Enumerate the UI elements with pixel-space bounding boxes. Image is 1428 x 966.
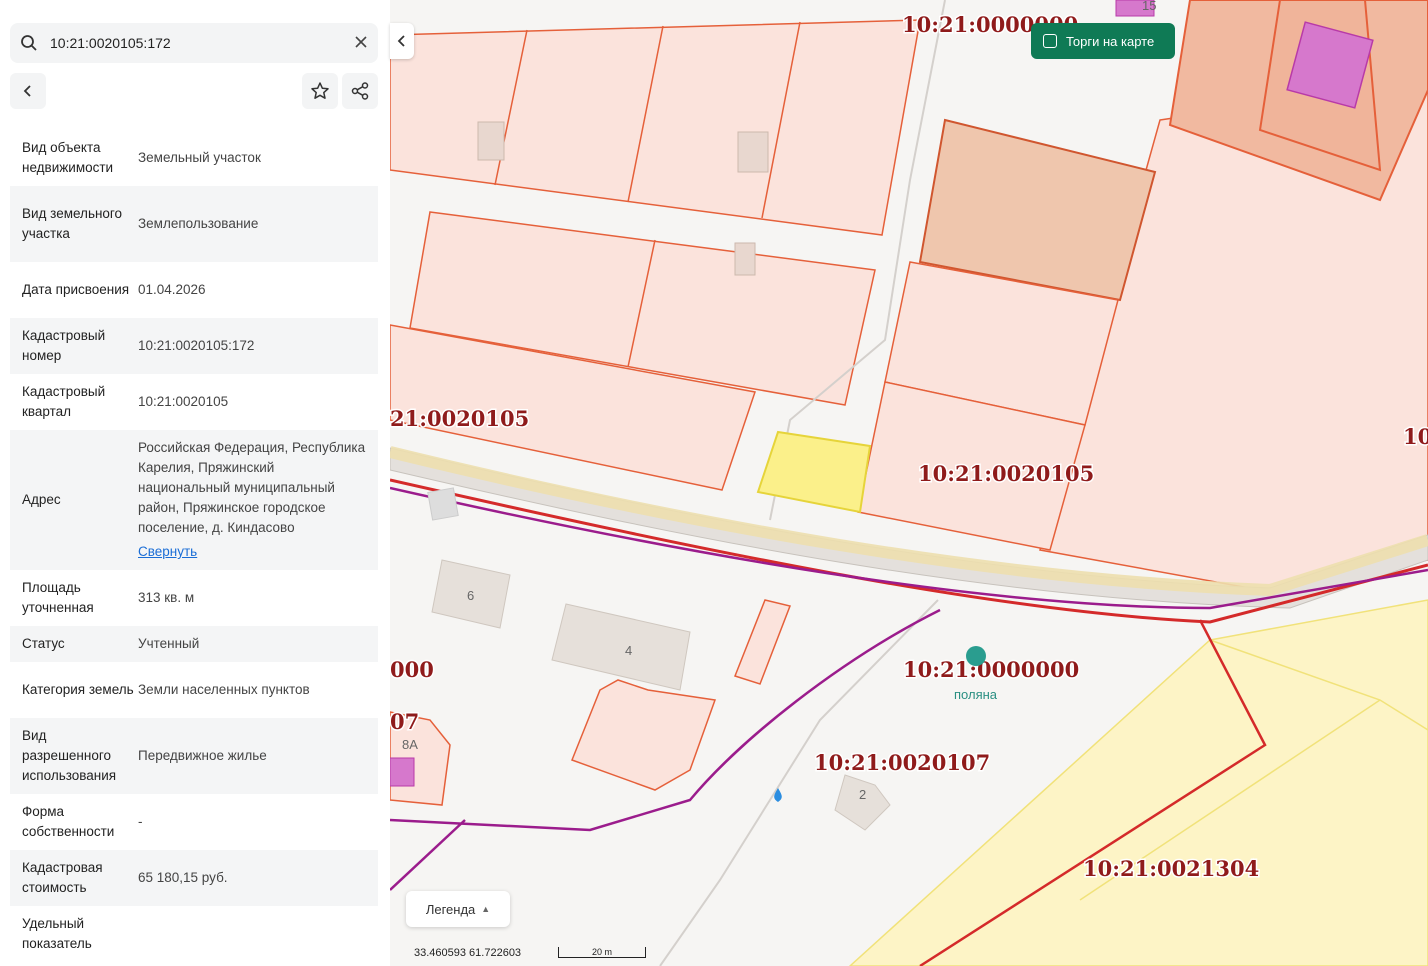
detail-row-object-type: Вид объекта недвижимости Земельный участо… bbox=[10, 130, 378, 186]
detail-value: 01.04.2026 bbox=[138, 282, 206, 297]
search-input[interactable]: 10:21:0020105:172 bbox=[50, 35, 171, 51]
cadastral-label: 07 bbox=[390, 709, 419, 734]
detail-row-ownership: Форма собственности - bbox=[10, 794, 378, 850]
zone-yellow bbox=[848, 599, 1428, 966]
detail-row-category: Категория земель Земли населенных пунктов bbox=[10, 662, 378, 718]
detail-key: Кадастровый квартал bbox=[22, 384, 106, 419]
back-arrow-icon bbox=[23, 85, 31, 97]
detail-row-land-type: Вид земельного участка Землепользование bbox=[10, 186, 378, 262]
house-number: 8А bbox=[402, 737, 418, 752]
detail-row-permitted-use: Вид разрешенного использования Передвижно… bbox=[10, 718, 378, 794]
building bbox=[834, 774, 891, 831]
detail-key: Вид объекта недвижимости bbox=[22, 140, 114, 175]
house-number: 15 bbox=[1142, 0, 1156, 13]
info-panel: 10:21:0020105:172 Вид объекта недвижимос… bbox=[0, 0, 391, 966]
detail-key: Кадастровая стоимость bbox=[22, 860, 103, 895]
detail-value: Земли населенных пунктов bbox=[138, 682, 310, 697]
collapse-panel-button[interactable] bbox=[390, 23, 414, 59]
chevron-up-icon: ▲ bbox=[481, 904, 491, 914]
detail-value: Землепользование bbox=[138, 216, 259, 231]
detail-row-address: Адрес Российская Федерация, Республика Ка… bbox=[10, 430, 378, 570]
parcel[interactable] bbox=[734, 599, 792, 685]
detail-row-date: Дата присвоения 01.04.2026 bbox=[10, 262, 378, 318]
cadastral-label: 10:21:0021304 bbox=[1083, 856, 1259, 881]
share-button[interactable] bbox=[342, 73, 378, 109]
detail-row-cadastral-quarter: Кадастровый квартал 10:21:0020105 bbox=[10, 374, 378, 430]
parcel[interactable] bbox=[571, 679, 717, 791]
detail-key: Форма собственности bbox=[22, 804, 115, 839]
favorite-button[interactable] bbox=[302, 73, 338, 109]
detail-row-cadastral-number: Кадастровый номер 10:21:0020105:172 bbox=[10, 318, 378, 374]
back-button[interactable] bbox=[10, 73, 46, 109]
building-highlight[interactable] bbox=[390, 757, 415, 787]
detail-key: Статус bbox=[22, 636, 65, 651]
detail-value: - bbox=[138, 814, 143, 829]
share-icon bbox=[351, 82, 369, 100]
search-icon bbox=[21, 35, 37, 51]
poi-icon[interactable] bbox=[966, 646, 986, 666]
auctions-label: Торги на карте bbox=[1066, 33, 1155, 49]
cadastral-label: 000 bbox=[390, 657, 434, 682]
scale-bar: 20 m bbox=[558, 947, 646, 958]
house-number: 2 bbox=[859, 787, 866, 802]
building bbox=[477, 121, 505, 161]
detail-key: Категория земель bbox=[22, 682, 134, 697]
star-icon bbox=[311, 82, 329, 99]
house-number: 4 bbox=[625, 643, 632, 658]
details-list: Вид объекта недвижимости Земельный участо… bbox=[10, 130, 378, 962]
cadastral-label: 10:21:0020107 bbox=[814, 750, 990, 775]
checkbox-icon[interactable] bbox=[1043, 34, 1057, 48]
building bbox=[737, 131, 769, 173]
detail-key: Адрес bbox=[22, 492, 61, 507]
detail-value: 10:21:0020105:172 bbox=[138, 338, 255, 353]
legend-button[interactable]: Легенда ▲ bbox=[406, 891, 510, 927]
detail-key: Площадь уточненная bbox=[22, 580, 94, 615]
detail-key: Удельный показатель bbox=[22, 916, 92, 951]
detail-row-area: Площадь уточненная 313 кв. м bbox=[10, 570, 378, 626]
cadastral-label: 10 bbox=[1403, 424, 1428, 449]
detail-value: 313 кв. м bbox=[138, 590, 195, 605]
cadastral-label: 10:21:0000000 bbox=[903, 657, 1079, 682]
detail-value: Учтенный bbox=[138, 636, 200, 651]
panel-toolbar bbox=[10, 73, 378, 109]
cadastral-map[interactable]: 10:21:0000000 21:0020105 10:21:0020105 0… bbox=[390, 0, 1428, 966]
building bbox=[551, 603, 691, 691]
detail-value: 10:21:0020105 bbox=[138, 394, 229, 409]
detail-row-specific-indicator: Удельный показатель bbox=[10, 906, 378, 962]
cadastral-label: 10:21:0020105 bbox=[918, 461, 1094, 486]
map-canvas[interactable]: 10:21:0000000 21:0020105 10:21:0020105 0… bbox=[390, 0, 1428, 966]
coordinates-readout: 33.460593 61.722603 bbox=[414, 947, 522, 959]
detail-key: Кадастровый номер bbox=[22, 328, 106, 363]
detail-key: Вид разрешенного использования bbox=[22, 728, 117, 783]
chevron-left-icon bbox=[397, 35, 405, 47]
detail-key: Вид земельного участка bbox=[22, 206, 123, 241]
detail-value: Передвижное жилье bbox=[138, 748, 267, 763]
detail-key: Дата присвоения bbox=[22, 282, 130, 297]
detail-row-cadastral-value: Кадастровая стоимость 65 180,15 руб. bbox=[10, 850, 378, 906]
house-number: 6 bbox=[467, 588, 474, 603]
detail-value: Земельный участок bbox=[138, 150, 261, 165]
building bbox=[734, 242, 756, 276]
parcel[interactable] bbox=[390, 19, 921, 236]
place-name: поляна bbox=[954, 687, 998, 702]
detail-value: 65 180,15 руб. bbox=[138, 870, 228, 885]
search-bar[interactable]: 10:21:0020105:172 bbox=[10, 23, 378, 63]
detail-row-status: Статус Учтенный bbox=[10, 626, 378, 662]
detail-value: Российская Федерация, Республика Карелия… bbox=[138, 440, 366, 535]
close-icon[interactable] bbox=[354, 35, 368, 49]
auctions-toggle[interactable]: Торги на карте bbox=[1031, 23, 1175, 59]
cadastral-label: 21:0020105 bbox=[390, 406, 529, 431]
legend-label: Легенда bbox=[425, 901, 476, 917]
collapse-link[interactable]: Свернуть bbox=[138, 542, 366, 562]
